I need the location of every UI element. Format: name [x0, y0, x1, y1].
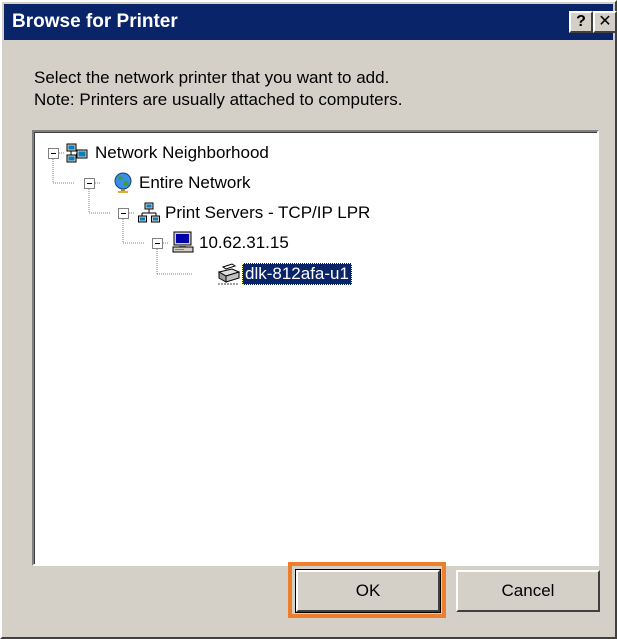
tree-node-network-neighborhood[interactable]: Network Neighborhood: [34, 140, 434, 166]
printer-tree-view[interactable]: Network Neighborhood Entire Network Prin…: [32, 130, 599, 566]
collapse-toggle[interactable]: [84, 178, 95, 189]
ok-button[interactable]: OK: [295, 569, 441, 613]
collapse-toggle[interactable]: [152, 238, 163, 249]
tree-node-entire-network[interactable]: Entire Network: [34, 170, 434, 196]
tree-node-label: Entire Network: [139, 173, 251, 192]
cancel-button[interactable]: Cancel: [456, 570, 600, 612]
window-title: Browse for Printer: [12, 11, 178, 32]
printer-icon: [218, 263, 240, 285]
tree-connector-lines: [52, 152, 192, 275]
tree-node-label: Print Servers - TCP/IP LPR: [165, 203, 371, 222]
print-servers-icon: [138, 202, 160, 224]
computer-icon: [172, 231, 194, 253]
tree-node-print-servers[interactable]: Print Servers - TCP/IP LPR: [34, 200, 454, 226]
instruction-text: Select the network printer that you want…: [34, 68, 390, 87]
tree-node-printer[interactable]: dlk-812afa-u1: [34, 261, 434, 287]
tree-node-label: 10.62.31.15: [199, 233, 289, 252]
network-neighborhood-icon: [66, 142, 88, 164]
note-text: Note: Printers are usually attached to c…: [34, 90, 403, 109]
title-bar[interactable]: Browse for Printer ? ✕: [4, 4, 617, 40]
help-button[interactable]: ?: [569, 11, 593, 33]
tree-node-label: Network Neighborhood: [95, 143, 269, 162]
collapse-toggle[interactable]: [48, 148, 59, 159]
globe-icon: [112, 171, 134, 193]
browse-for-printer-dialog: Browse for Printer ? ✕ Select the networ…: [0, 0, 617, 639]
tree-node-computer[interactable]: 10.62.31.15: [34, 230, 434, 256]
tree-node-label: dlk-812afa-u1: [242, 263, 352, 285]
collapse-toggle[interactable]: [118, 208, 129, 219]
close-button[interactable]: ✕: [593, 11, 617, 33]
